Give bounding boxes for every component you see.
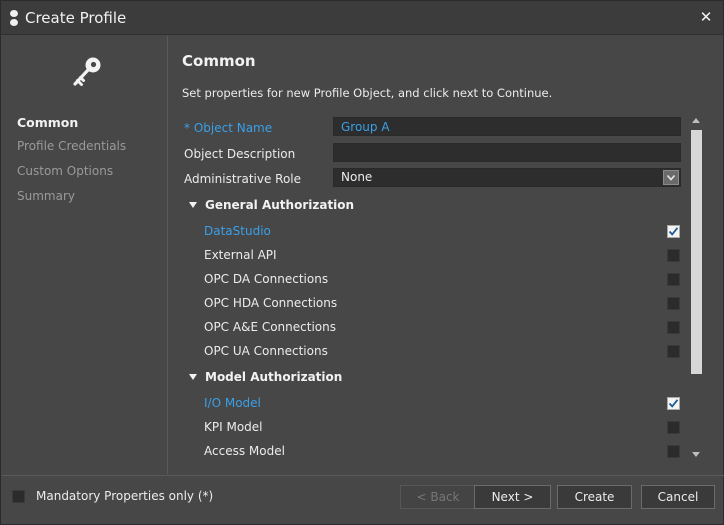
next-button[interactable]: Next > [474,485,551,509]
checkbox-datastudio[interactable] [667,225,680,238]
expand-triangle-icon[interactable] [189,202,197,208]
create-profile-dialog: Create Profile ✕ Common Profile Credenti… [0,0,724,525]
group-model-authorization[interactable]: Model Authorization [189,370,342,384]
object-name-input[interactable] [333,117,681,136]
step-profile-credentials[interactable]: Profile Credentials [17,139,126,153]
vertical-scrollbar[interactable] [689,114,704,461]
permission-label-datastudio: DataStudio [204,224,271,238]
app-icon [9,10,19,26]
chevron-down-icon[interactable] [663,170,679,185]
permission-label-opc-hda: OPC HDA Connections [204,296,338,310]
checkbox-external-api[interactable] [667,249,680,262]
checkbox-opc-hda[interactable] [667,297,680,310]
permission-label-opc-ae: OPC A&E Connections [204,320,336,334]
permission-label-external-api: External API [204,248,277,262]
checkmark-icon [668,227,679,236]
object-name-label: * Object Name [184,121,273,135]
section-title: Common [182,52,256,70]
permission-label-opc-ua: OPC UA Connections [204,344,328,358]
scroll-up-arrow-icon[interactable] [692,118,700,123]
step-summary[interactable]: Summary [17,189,75,203]
expand-triangle-icon[interactable] [189,374,197,380]
back-button[interactable]: < Back [400,485,476,509]
title-bar: Create Profile ✕ [1,1,723,35]
checkbox-access-model[interactable] [667,445,680,458]
step-common[interactable]: Common [17,115,78,130]
create-button[interactable]: Create [557,485,632,509]
object-description-input[interactable] [333,143,681,162]
step-custom-options[interactable]: Custom Options [17,164,113,178]
administrative-role-label: Administrative Role [184,172,302,186]
mandatory-only-label: Mandatory Properties only (*) [36,489,214,503]
checkbox-opc-da[interactable] [667,273,680,286]
group-label: Model Authorization [205,370,343,384]
cancel-button[interactable]: Cancel [641,485,715,509]
administrative-role-select[interactable]: None [333,168,681,187]
object-description-label: Object Description [184,147,296,161]
checkbox-kpi-model[interactable] [667,421,680,434]
dialog-footer: Mandatory Properties only (*) < Back Nex… [2,475,724,525]
checkbox-opc-ae[interactable] [667,321,680,334]
checkbox-opc-ua[interactable] [667,345,680,358]
checkmark-icon [668,399,679,408]
group-label: General Authorization [205,198,355,212]
checkbox-io-model[interactable] [667,397,680,410]
permission-label-access-model: Access Model [204,444,285,458]
administrative-role-value: None [341,170,373,184]
wizard-steps-sidebar: Common Profile Credentials Custom Option… [2,36,168,474]
common-properties-panel: Common Set properties for new Profile Ob… [169,36,723,474]
scroll-down-arrow-icon[interactable] [692,452,700,457]
group-general-authorization[interactable]: General Authorization [189,198,354,212]
permission-label-kpi-model: KPI Model [204,420,263,434]
permission-label-io-model: I/O Model [204,396,261,410]
window-title: Create Profile [25,9,127,27]
scroll-thumb[interactable] [691,130,702,374]
key-icon [73,57,101,86]
close-icon[interactable]: ✕ [697,8,715,26]
mandatory-only-checkbox[interactable] [12,490,25,503]
instruction-text: Set properties for new Profile Object, a… [182,86,553,100]
permission-label-opc-da: OPC DA Connections [204,272,329,286]
